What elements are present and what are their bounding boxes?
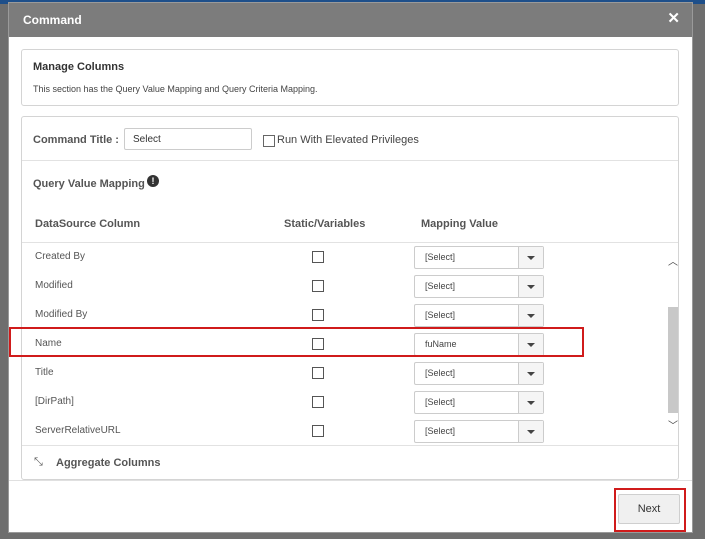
mapping-value: [Select] xyxy=(425,310,456,320)
static-checkbox[interactable] xyxy=(312,309,324,321)
aggregate-columns-label[interactable]: Aggregate Columns xyxy=(56,457,161,469)
scrollbar-thumb[interactable] xyxy=(668,307,678,413)
static-checkbox[interactable] xyxy=(312,280,324,292)
command-title-label: Command Title : xyxy=(33,134,119,146)
chevron-down-icon[interactable] xyxy=(518,363,543,384)
chevron-down-icon[interactable]: ﹀ xyxy=(667,417,678,432)
mapping-value: [Select] xyxy=(425,281,456,291)
table-row: [DirPath] [Select] xyxy=(22,388,667,417)
highlight-box-name-row xyxy=(9,327,584,357)
chevron-down-icon[interactable] xyxy=(518,247,543,268)
elevated-privileges-checkbox[interactable] xyxy=(263,135,275,147)
static-checkbox[interactable] xyxy=(312,251,324,263)
chevron-down-icon[interactable] xyxy=(518,421,543,442)
static-checkbox[interactable] xyxy=(312,425,324,437)
table-scrollbar[interactable]: ︿ ﹀ xyxy=(667,245,678,445)
mapping-value: [Select] xyxy=(425,252,456,262)
divider xyxy=(22,445,678,446)
column-name: [DirPath] xyxy=(35,396,74,407)
mapping-value: [Select] xyxy=(425,368,456,378)
mapping-select[interactable]: [Select] xyxy=(414,391,544,414)
chevron-down-icon[interactable] xyxy=(518,276,543,297)
mapping-select[interactable]: [Select] xyxy=(414,420,544,443)
manage-columns-description: This section has the Query Value Mapping… xyxy=(33,84,318,94)
column-name: Title xyxy=(35,367,54,378)
static-checkbox[interactable] xyxy=(312,367,324,379)
table-row: ServerRelativeURL [Select] xyxy=(22,417,667,446)
dialog-header: Command ✕ xyxy=(9,3,692,37)
divider xyxy=(22,160,678,161)
table-row: Title [Select] xyxy=(22,359,667,388)
footer-divider xyxy=(9,480,692,481)
manage-columns-title: Manage Columns xyxy=(33,61,125,73)
info-icon[interactable]: ! xyxy=(147,175,159,187)
column-name: Modified xyxy=(35,280,73,291)
mapping-select[interactable]: [Select] xyxy=(414,246,544,269)
static-checkbox[interactable] xyxy=(312,396,324,408)
mapping-select[interactable]: [Select] xyxy=(414,275,544,298)
mapping-value: [Select] xyxy=(425,397,456,407)
mapping-value: [Select] xyxy=(425,426,456,436)
next-button[interactable]: Next xyxy=(618,494,680,524)
elevated-privileges-label: Run With Elevated Privileges xyxy=(277,134,419,146)
manage-columns-panel: Manage Columns This section has the Quer… xyxy=(21,49,679,106)
command-panel: Command Title : Run With Elevated Privil… xyxy=(21,116,679,480)
chevron-down-icon[interactable] xyxy=(518,392,543,413)
command-title-input[interactable] xyxy=(124,128,252,150)
datasource-column-header: DataSource Column xyxy=(35,218,141,230)
mapping-value-header: Mapping Value xyxy=(421,218,499,230)
column-name: Created By xyxy=(35,251,86,262)
column-name: Modified By xyxy=(35,309,88,320)
dialog-title: Command xyxy=(23,13,82,27)
query-value-mapping-title: Query Value Mapping xyxy=(33,178,145,190)
close-icon[interactable]: ✕ xyxy=(667,10,680,28)
command-dialog: Command ✕ Manage Columns This section ha… xyxy=(8,2,693,533)
collapse-arrows-icon[interactable]: ⤡ xyxy=(34,456,43,469)
mapping-select[interactable]: [Select] xyxy=(414,304,544,327)
chevron-up-icon[interactable]: ︿ xyxy=(667,253,678,268)
table-row: Modified By [Select] xyxy=(22,301,667,330)
table-row: Created By [Select] xyxy=(22,243,667,272)
static-variables-header: Static/Variables xyxy=(284,218,366,230)
column-name: ServerRelativeURL xyxy=(35,425,121,436)
table-row: Modified [Select] xyxy=(22,272,667,301)
chevron-down-icon[interactable] xyxy=(518,305,543,326)
mapping-select[interactable]: [Select] xyxy=(414,362,544,385)
